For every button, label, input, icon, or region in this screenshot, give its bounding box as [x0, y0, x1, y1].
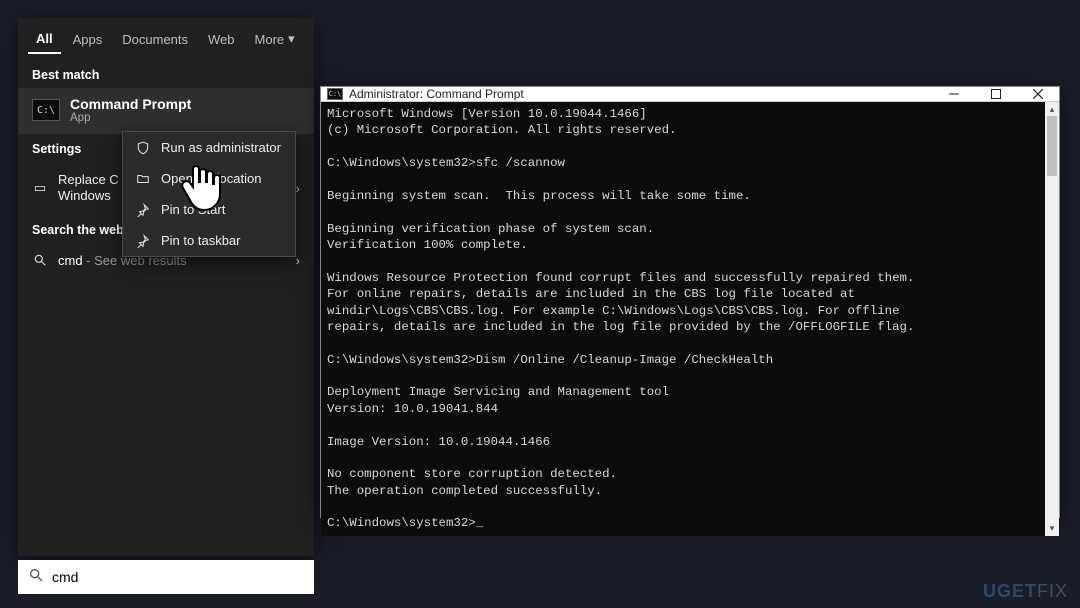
tab-more-label: More	[255, 32, 285, 47]
ctx-item-label: Run as administrator	[161, 140, 281, 155]
ctx-item-label: Pin to taskbar	[161, 233, 241, 248]
command-prompt-icon: C:\	[327, 88, 343, 100]
ctx-item-label: Pin to Start	[161, 202, 225, 217]
search-icon	[28, 567, 44, 588]
ctx-run-as-admin[interactable]: Run as administrator	[123, 132, 295, 163]
scroll-down-button[interactable]: ▾	[1045, 522, 1059, 536]
ctx-pin-to-taskbar[interactable]: Pin to taskbar	[123, 225, 295, 256]
shield-icon	[135, 141, 151, 155]
pin-icon	[135, 234, 151, 248]
maximize-button[interactable]	[975, 87, 1017, 101]
close-button[interactable]	[1017, 87, 1059, 101]
chevron-down-icon: ▾	[288, 31, 295, 47]
best-match-subtitle: App	[70, 112, 191, 124]
ctx-pin-to-start[interactable]: Pin to Start	[123, 194, 295, 225]
best-match-header: Best match	[18, 60, 314, 88]
taskbar-search-box[interactable]	[18, 560, 314, 594]
minimize-button[interactable]	[933, 87, 975, 101]
command-prompt-icon: C:\	[32, 99, 60, 121]
window-title-bar[interactable]: C:\ Administrator: Command Prompt	[321, 87, 1059, 102]
display-icon: ▭	[32, 180, 48, 196]
tab-more[interactable]: More ▾	[247, 25, 303, 53]
context-menu: Run as administrator Open file location …	[122, 131, 296, 257]
folder-icon	[135, 172, 151, 186]
command-prompt-window: C:\ Administrator: Command Prompt Micros…	[320, 86, 1060, 518]
start-search-panel: All Apps Documents Web More ▾ Best match…	[18, 18, 314, 556]
search-input[interactable]	[52, 569, 304, 585]
chevron-right-icon: ›	[296, 253, 300, 268]
scroll-up-button[interactable]: ▴	[1045, 102, 1059, 116]
tab-documents[interactable]: Documents	[114, 26, 196, 53]
ctx-open-file-location[interactable]: Open file location	[123, 163, 295, 194]
window-title: Administrator: Command Prompt	[349, 87, 524, 101]
settings-item-label: Replace C Windows	[58, 172, 119, 205]
vertical-scrollbar[interactable]: ▴ ▾	[1045, 102, 1059, 536]
search-tabs: All Apps Documents Web More ▾	[18, 18, 314, 60]
watermark: UGETFIX	[983, 581, 1068, 602]
tab-apps[interactable]: Apps	[65, 26, 111, 53]
tab-all[interactable]: All	[28, 25, 61, 54]
scroll-track[interactable]	[1045, 116, 1059, 522]
pin-icon	[135, 203, 151, 217]
best-match-result[interactable]: C:\ Command Prompt App	[18, 88, 314, 134]
terminal-output[interactable]: Microsoft Windows [Version 10.0.19044.14…	[321, 102, 1045, 536]
search-icon	[32, 253, 48, 267]
tab-web[interactable]: Web	[200, 26, 243, 53]
chevron-right-icon: ›	[296, 181, 300, 196]
scroll-thumb[interactable]	[1047, 116, 1057, 176]
best-match-title: Command Prompt	[70, 96, 191, 112]
ctx-item-label: Open file location	[161, 171, 261, 186]
